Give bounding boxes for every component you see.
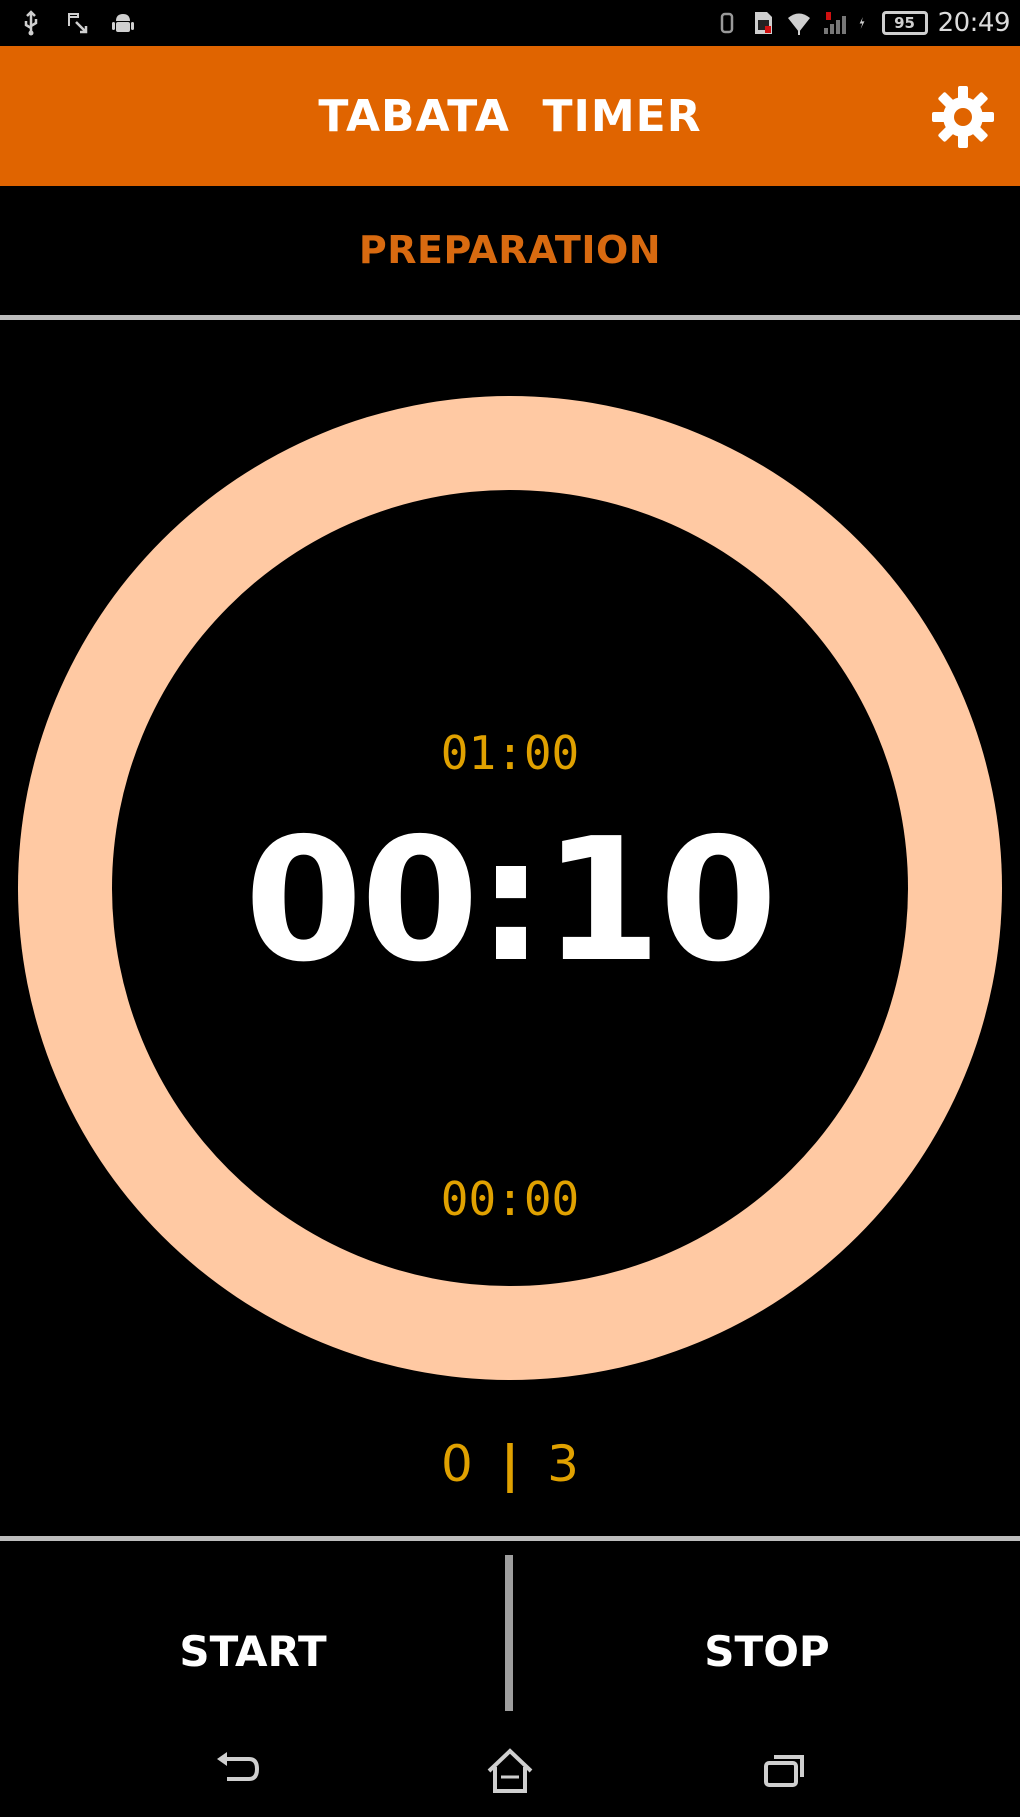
main-countdown: 00:10 — [244, 802, 777, 1000]
data-transfer-icon — [68, 13, 88, 34]
rounds-counter: 0 | 3 — [0, 1432, 1020, 1496]
status-right-icons: 95 20:49 — [714, 6, 1011, 40]
signal-icon — [823, 12, 846, 34]
settings-button[interactable] — [928, 82, 998, 152]
rounds-total: 3 — [547, 1435, 579, 1493]
battery-indicator: 95 — [881, 11, 928, 35]
elapsed-time: 00:00 — [440, 1172, 580, 1226]
rounds-current: 0 — [441, 1435, 473, 1493]
timer-face: 01:00 00:10 00:00 — [112, 490, 908, 1286]
back-button[interactable] — [193, 1739, 283, 1803]
recent-apps-icon — [764, 1755, 804, 1787]
app-title: TABATA TIMER — [318, 90, 702, 142]
rounds-separator: | — [500, 1435, 520, 1493]
home-icon — [487, 1748, 533, 1793]
total-time: 01:00 — [440, 726, 580, 780]
usb-icon — [24, 10, 38, 36]
vibrate-icon — [720, 12, 733, 34]
charging-icon — [859, 17, 865, 29]
phase-label: PREPARATION — [358, 228, 662, 272]
sim-icon — [754, 12, 772, 34]
divider-top — [0, 315, 1020, 320]
status-time: 20:49 — [937, 8, 1011, 38]
recent-apps-button[interactable] — [740, 1739, 830, 1803]
navigation-bar — [0, 1725, 1020, 1817]
gear-icon — [932, 86, 994, 148]
app-bar: TABATA TIMER — [0, 46, 1020, 186]
status-left-icons — [18, 8, 136, 38]
status-bar: 95 20:49 — [0, 0, 1020, 46]
wifi-icon — [787, 13, 810, 35]
android-icon — [112, 14, 134, 32]
home-button[interactable] — [465, 1739, 555, 1803]
back-icon — [217, 1752, 260, 1781]
button-divider — [505, 1555, 513, 1711]
progress-ring: 01:00 00:10 00:00 — [18, 396, 1002, 1380]
